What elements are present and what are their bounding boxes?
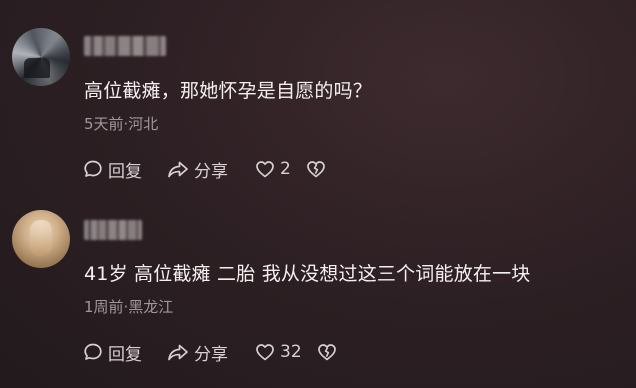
like-button[interactable]: 32 (254, 341, 302, 363)
username-blurred[interactable] (84, 220, 142, 240)
share-label: 分享 (194, 161, 228, 182)
username-blurred[interactable] (84, 36, 166, 56)
reply-label: 回复 (108, 161, 142, 182)
broken-heart-icon (317, 344, 336, 361)
reply-bubble-icon (84, 343, 102, 360)
comment-actions: 回复 分享 32 (82, 340, 338, 365)
heart-icon (256, 344, 274, 361)
like-count: 2 (280, 159, 291, 179)
comment-meta: 5天前·河北 (84, 115, 159, 133)
comment-text: 41岁 高位截瘫 二胎 我从没想过这三个词能放在一块 (84, 263, 531, 285)
dislike-button[interactable] (316, 341, 338, 363)
user-avatar[interactable] (12, 28, 70, 86)
reply-label: 回复 (108, 344, 142, 365)
reply-button[interactable]: 回复 (82, 157, 166, 182)
share-arrow-icon (168, 344, 188, 361)
like-count: 32 (280, 342, 302, 362)
like-button[interactable]: 2 (254, 158, 291, 180)
reply-bubble-icon (84, 160, 102, 177)
dislike-button[interactable] (305, 158, 327, 180)
comment-meta: 1周前·黑龙江 (84, 298, 174, 316)
heart-icon (256, 161, 274, 178)
share-label: 分享 (194, 344, 228, 365)
share-button[interactable]: 分享 (166, 340, 254, 365)
user-avatar[interactable] (12, 210, 70, 268)
share-arrow-icon (168, 161, 188, 178)
broken-heart-icon (306, 161, 325, 178)
comment-text: 高位截瘫，那她怀孕是自愿的吗？ (84, 80, 373, 102)
reply-button[interactable]: 回复 (82, 340, 166, 365)
share-button[interactable]: 分享 (166, 157, 254, 182)
comment-actions: 回复 分享 2 (82, 157, 327, 182)
